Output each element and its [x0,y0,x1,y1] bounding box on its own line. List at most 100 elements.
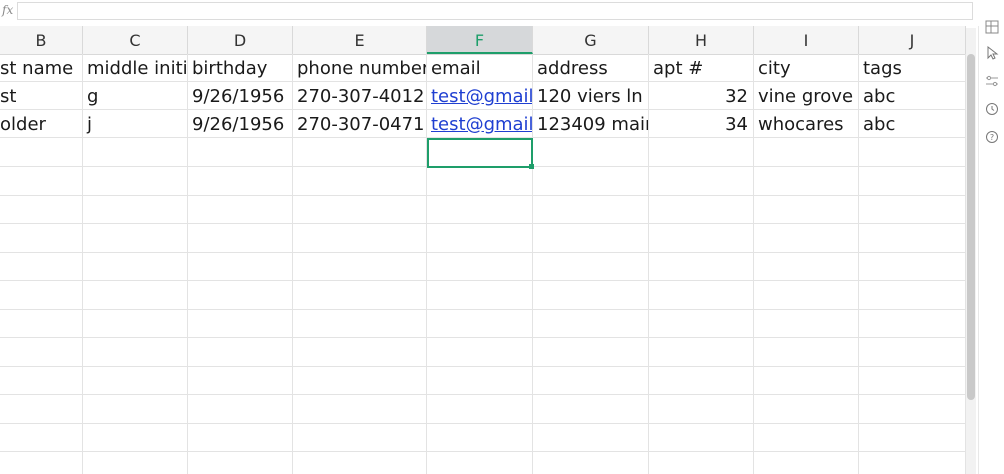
empty-cell[interactable] [649,394,754,424]
cell-h2[interactable]: 32 [649,82,754,110]
empty-cell[interactable] [0,138,83,167]
empty-cell[interactable] [293,394,427,424]
empty-cell[interactable] [649,337,754,367]
cell-i3[interactable]: whocares [754,110,859,138]
empty-cell[interactable] [293,280,427,310]
spreadsheet-grid[interactable]: B C D E F G H I J st name middle initia … [0,26,966,474]
empty-cell[interactable] [533,195,649,224]
empty-cell[interactable] [533,309,649,338]
empty-cell[interactable] [427,366,533,395]
empty-cell[interactable] [859,223,966,253]
empty-cell[interactable] [859,366,966,395]
cell-e2[interactable]: 270-307-4012 [293,82,427,110]
empty-cell[interactable] [427,337,533,367]
empty-cell[interactable] [754,223,859,253]
column-header-e[interactable]: E [293,26,427,54]
empty-cell[interactable] [293,223,427,253]
cell-f1[interactable]: email [427,54,533,82]
empty-cell[interactable] [859,451,966,474]
empty-cell[interactable] [427,166,533,196]
empty-cell[interactable] [188,423,293,452]
empty-cell[interactable] [0,337,83,367]
empty-cell[interactable] [188,309,293,338]
cell-b1[interactable]: st name [0,54,83,82]
empty-cell[interactable] [649,195,754,224]
empty-cell[interactable] [754,423,859,452]
cell-j2[interactable]: abc [859,82,966,110]
empty-cell[interactable] [649,138,754,167]
empty-cell[interactable] [0,280,83,310]
cell-j1[interactable]: tags [859,54,966,82]
empty-cell[interactable] [427,195,533,224]
fill-handle[interactable] [529,164,534,169]
empty-cell[interactable] [859,195,966,224]
empty-cell[interactable] [427,451,533,474]
cell-g3[interactable]: 123409 mair [533,110,649,138]
empty-cell[interactable] [83,309,188,338]
empty-cell[interactable] [0,166,83,196]
cell-d3[interactable]: 9/26/1956 [188,110,293,138]
empty-cell[interactable] [754,337,859,367]
column-header-d[interactable]: D [188,26,293,54]
empty-cell[interactable] [754,280,859,310]
cell-b3[interactable]: older [0,110,83,138]
vertical-scrollbar[interactable] [966,28,976,474]
empty-cell[interactable] [649,366,754,395]
empty-cell[interactable] [0,309,83,338]
column-header-h[interactable]: H [649,26,754,54]
empty-cell[interactable] [0,451,83,474]
cell-c3[interactable]: j [83,110,188,138]
empty-cell[interactable] [83,252,188,281]
empty-cell[interactable] [188,166,293,196]
empty-cell[interactable] [0,223,83,253]
empty-cell[interactable] [0,366,83,395]
column-header-g[interactable]: G [533,26,649,54]
empty-cell[interactable] [533,423,649,452]
empty-cell[interactable] [0,195,83,224]
empty-cell[interactable] [533,280,649,310]
history-icon[interactable] [985,102,999,116]
empty-cell[interactable] [188,337,293,367]
empty-cell[interactable] [83,280,188,310]
empty-cell[interactable] [83,223,188,253]
cell-c2[interactable]: g [83,82,188,110]
empty-cell[interactable] [83,138,188,167]
empty-cell[interactable] [859,337,966,367]
empty-cell[interactable] [859,252,966,281]
column-header-c[interactable]: C [83,26,188,54]
cell-i1[interactable]: city [754,54,859,82]
empty-cell[interactable] [649,280,754,310]
empty-cell[interactable] [293,337,427,367]
empty-cell[interactable] [649,223,754,253]
empty-cell[interactable] [83,166,188,196]
empty-cell[interactable] [293,166,427,196]
cursor-icon[interactable] [985,45,999,60]
column-header-f[interactable]: F [427,26,533,54]
empty-cell[interactable] [83,337,188,367]
empty-cell[interactable] [83,423,188,452]
empty-cell[interactable] [83,451,188,474]
empty-cell[interactable] [533,394,649,424]
empty-cell[interactable] [754,366,859,395]
cell-c1[interactable]: middle initia [83,54,188,82]
freeze-icon[interactable] [985,20,999,34]
empty-cell[interactable] [188,138,293,167]
empty-cell[interactable] [533,451,649,474]
empty-cell[interactable] [293,252,427,281]
empty-cell[interactable] [293,366,427,395]
cell-g1[interactable]: address [533,54,649,82]
column-header-b[interactable]: B [0,26,83,54]
active-cell-selection[interactable] [427,138,533,168]
empty-cell[interactable] [754,451,859,474]
cell-h3[interactable]: 34 [649,110,754,138]
empty-cell[interactable] [754,394,859,424]
empty-cell[interactable] [0,394,83,424]
empty-cell[interactable] [188,280,293,310]
cell-d1[interactable]: birthday [188,54,293,82]
empty-cell[interactable] [188,366,293,395]
empty-cell[interactable] [859,280,966,310]
empty-cell[interactable] [293,138,427,167]
empty-cell[interactable] [754,138,859,167]
empty-cell[interactable] [859,166,966,196]
scrollbar-thumb[interactable] [967,54,975,400]
